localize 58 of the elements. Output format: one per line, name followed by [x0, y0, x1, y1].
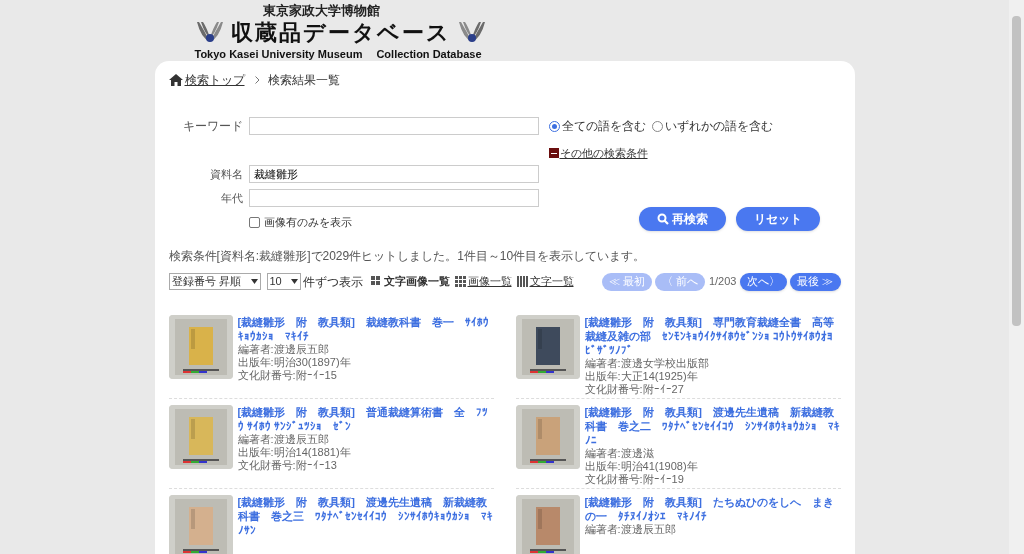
result-detail: 出版年:明治14(1881)年: [237, 445, 352, 459]
page-indicator: 1/203: [708, 274, 737, 290]
result-detail: 文化財番号:附ｰｲｰ19: [584, 472, 685, 486]
result-detail: 文化財番号:附ｰｲｰ27: [584, 382, 685, 396]
text-field[interactable]: [248, 189, 539, 207]
chevron-icon: [254, 76, 260, 84]
breadcrumb-link[interactable]: 検索トップ: [184, 71, 245, 89]
field-label: キーワード: [181, 118, 244, 135]
sort-dropdown[interactable]: 登録番号 昇順: [168, 273, 261, 290]
result-detail: 編著者:渡邊滋: [584, 446, 655, 460]
pager-button[interactable]: 次へ〉: [740, 272, 788, 291]
museum-name: 東京家政大学博物館: [261, 3, 381, 19]
per-page-label: 件ずつ表示: [302, 273, 363, 291]
subtitle: Collection Database: [376, 47, 482, 61]
checkbox-label: 画像有のみを表示: [263, 215, 352, 230]
grid-icon: [370, 276, 382, 287]
columns-icon: [516, 276, 528, 287]
radio-label: いずれかの語を含む: [664, 118, 773, 135]
radio-label: 全ての語を含む: [561, 118, 646, 135]
result-title-link[interactable]: [裁縫雛形 附 教具類] 専門教育裁縫全書 高等裁縫及雑の部 ｾﾝﾓﾝｷｮｳｲｸｻｲﾎｳｾﾞﾝｼｮ ｺｳﾄｳｻｲﾎｳｵﾖﾋﾞｻﾞﾂﾉﾌﾞ: [584, 314, 841, 357]
result-title-link[interactable]: [裁縫雛形 附 教具類] たちぬひのをしへ まきの一 ﾀﾁﾇｲﾉｵｼｴ ﾏｷﾉｲﾁ: [584, 494, 841, 523]
collapse-icon[interactable]: [548, 148, 559, 159]
result-detail: 文化財番号:附ｰｲｰ15: [237, 368, 338, 382]
result-detail: 編著者:渡邊辰五郎: [237, 342, 330, 356]
view-option[interactable]: 画像一覧: [454, 273, 512, 290]
result-summary: 検索条件[資料名:裁縫雛形]で2029件ヒットしました。1件目～10件目を表示しています。: [168, 247, 647, 265]
subtitle: Tokyo Kasei University Museum: [194, 47, 363, 61]
checkbox[interactable]: [248, 216, 260, 228]
result-detail: 出版年:明治41(1908)年: [584, 459, 699, 473]
result-detail: 編著者:渡邊女学校出版部: [584, 356, 710, 370]
view-option[interactable]: 文字一覧: [516, 273, 574, 290]
result-title-link[interactable]: [裁縫雛形 附 教具類] 渡邊先生遺稿 新裁縫教科書 巻之二 ﾜﾀﾅﾍﾞｾﾝｾｲｲｺｳ ｼﾝｻｲﾎｳｷｮｳｶｼｮ ﾏｷﾉﾆ: [584, 404, 841, 447]
result-detail: 出版年:明治30(1897)年: [237, 355, 352, 369]
result-detail: 出版年:大正14(1925)年: [584, 369, 699, 383]
caret-icon: [250, 279, 258, 284]
per-page-dropdown[interactable]: 10: [266, 273, 301, 290]
view-option[interactable]: 文字画像一覧: [370, 273, 450, 290]
result-title-link[interactable]: [裁縫雛形 附 教具類] 渡邊先生遺稿 新裁縫教科書 巻之三 ﾜﾀﾅﾍﾞｾﾝｾｲｲｺｳ ｼﾝｻｲﾎｳｷｮｳｶｼｮ ﾏｷﾉｻﾝ: [237, 494, 494, 537]
result-detail: 文化財番号:附ｰｲｰ13: [237, 458, 338, 472]
field-label: 資料名: [208, 166, 244, 182]
home-icon: [168, 74, 183, 86]
search-icon: [656, 212, 669, 225]
keyword-field[interactable]: [248, 117, 539, 135]
result-detail: 編著者:渡邊辰五郎: [584, 522, 677, 536]
caret-icon: [290, 279, 298, 284]
search-button[interactable]: 再検索: [638, 206, 726, 231]
pager-button[interactable]: 最後 ≫: [790, 272, 841, 291]
result-detail: 編著者:渡邊辰五郎: [237, 432, 330, 446]
result-title-link[interactable]: [裁縫雛形 附 教具類] 裁縫教科書 巻一 ｻｲﾎｳｷｮｳｶｼｮ ﾏｷｲﾁ: [237, 314, 494, 343]
scrollbar[interactable]: [1009, 0, 1024, 554]
result-title-link[interactable]: [裁縫雛形 附 教具類] 普通裁縫算術書 全 ﾌﾂｳ ｻｲﾎｳ ｻﾝｼﾞｭﾂｼｮ ｾﾞﾝ: [237, 404, 494, 433]
field-label: 年代: [219, 190, 244, 206]
grid-icon: [454, 276, 466, 287]
breadcrumb-current: 検索結果一覧: [267, 72, 340, 89]
reset-button[interactable]: リセット: [735, 206, 820, 231]
database-title: 収蔵品データベース: [230, 19, 451, 47]
text-field[interactable]: 裁縫雛形: [248, 165, 539, 183]
other-conditions-link[interactable]: その他の検索条件: [559, 145, 648, 162]
